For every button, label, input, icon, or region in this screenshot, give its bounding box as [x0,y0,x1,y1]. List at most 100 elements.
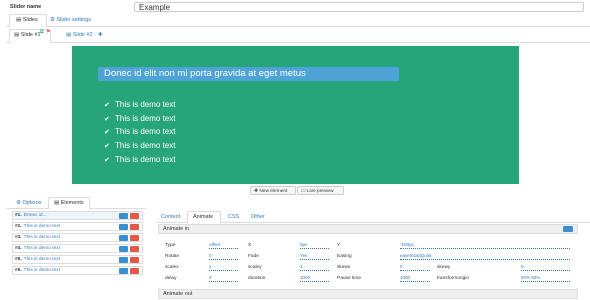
live-preview-label: Live preview [306,189,334,194]
element-number: #3. [15,235,22,240]
prop-value-delay[interactable]: 0 [209,274,238,282]
edit-icon[interactable] [119,235,128,241]
edit-icon[interactable] [119,224,128,230]
element-list-item[interactable]: #6. This is demo text [12,266,143,275]
tab-slider-settings-label: Slider settings [56,17,92,23]
delete-flag-icon[interactable]: ⚑ [46,29,50,35]
element-list-item[interactable]: #3. This is demo text [12,233,143,242]
element-number: #5. [15,257,22,262]
demo-line-text: This is demo text [115,100,176,109]
preview-demo-line[interactable]: ✔ This is demo text [104,155,175,165]
delete-icon[interactable] [130,213,139,219]
new-element-label: New element [259,189,288,194]
prop-value-rotate[interactable]: 0 [209,252,238,260]
prop-label-skewy: skewy [437,265,451,270]
preview-demo-line[interactable]: ✔ This is demo text [104,127,175,137]
new-element-button[interactable]: ✚ New element [250,186,296,195]
animate-out-header[interactable]: Animate out [158,289,578,299]
prop-value-scaley[interactable]: 1 [300,263,329,271]
animate-in-title: Animate in [163,226,189,232]
prop-label-transformorigin: transformorigin [437,276,469,281]
tab-animate[interactable]: Animate [193,214,213,220]
check-icon: ✔ [104,116,110,123]
prop-value-scalex[interactable]: 1 [209,263,238,271]
delete-icon[interactable] [130,235,139,241]
prop-value-easing[interactable]: easeInOutQuint [400,252,570,260]
edit-icon[interactable] [119,268,128,274]
demo-line-text: This is demo text [115,141,176,150]
prop-label-scaley: scaley [248,265,262,270]
check-icon: ✔ [104,157,110,164]
tab-slide-1-label: Slide #1 [20,32,41,38]
monitor-icon: ▭ [301,189,306,194]
prop-label-easing: Easing [337,254,352,259]
lower-tabs: ⚙ Options ▤ Elements [6,196,146,209]
prop-label-pause-time: Pause time [337,276,361,281]
prop-value-x[interactable]: 0px [300,241,329,249]
element-list-item[interactable]: #1. Donec id... [12,211,143,220]
prop-label-x: X [248,243,252,248]
plus-icon: ✚ [254,189,259,194]
preview-headline[interactable]: Donec id elit non mi porta gravida at eg… [98,67,399,81]
check-icon: ✔ [104,143,110,150]
prop-value-fade[interactable]: Yes [300,252,329,260]
element-number: #2. [15,224,22,229]
tab-elements-label: Elements [60,200,84,206]
animate-out-title: Animate out [163,291,193,297]
live-preview-button[interactable]: ▭ Live preview [297,186,344,195]
demo-line-text: This is demo text [115,114,176,123]
prop-label-skewx: skewx [337,265,351,270]
prop-value-y[interactable]: -100px [400,241,570,249]
prop-value-pause-time[interactable]: 1000 [400,274,430,282]
prop-label-duration: duration [248,276,266,281]
tab-slides-label: Slides [22,17,38,23]
slide-icon: ▤ [66,32,72,38]
prop-value-duration[interactable]: 1000 [300,274,329,282]
add-slide-button[interactable]: ✚ [98,32,103,38]
element-number: #1. [15,213,22,218]
demo-line-text: This is demo text [115,127,176,136]
element-list-item[interactable]: #4. This is demo text [12,244,143,253]
prop-value-skewy[interactable]: 0 [521,263,570,271]
tab-slides[interactable]: ▤ Slides [16,17,38,23]
preview-demo-line[interactable]: ✔ This is demo text [104,114,175,124]
tab-slider-settings[interactable]: ⚙ Slider settings [50,17,91,23]
delete-icon[interactable] [130,268,139,274]
tab-other[interactable]: Other [251,214,265,220]
prop-value-skewx[interactable]: 0 [400,263,430,271]
tab-elements[interactable]: ▤ Elements [54,200,84,206]
delete-icon[interactable] [130,246,139,252]
list-icon: ▤ [54,200,60,206]
tab-slide-2[interactable]: ▤ Slide #2 [66,32,93,38]
tab-slide-1[interactable]: ▤ Slide #1 [14,32,41,38]
element-label: This is demo text [23,257,60,262]
check-icon: ✔ [104,102,110,109]
prop-label-fade: Fade [248,254,259,259]
tab-options[interactable]: ⚙ Options [16,200,41,206]
tab-css[interactable]: CSS [228,214,239,220]
edit-icon[interactable] [119,213,128,219]
tab-content[interactable]: Content [161,214,180,220]
collapse-toggle-icon[interactable] [563,226,573,232]
prop-label-delay: delay [165,276,177,281]
slider-name-input[interactable]: Example [134,2,584,12]
prop-label-y: Y [337,243,341,248]
delete-icon[interactable] [130,224,139,230]
preview-demo-line[interactable]: ✔ This is demo text [104,141,175,151]
edit-icon[interactable] [119,246,128,252]
element-list-item[interactable]: #5. This is demo text [12,255,143,264]
element-label: This is demo text [23,224,60,229]
prop-label-type: Type [165,243,176,248]
duplicate-icon[interactable]: ⧉ [40,29,44,35]
element-label: This is demo text [23,235,60,240]
gear-icon: ⚙ [50,17,55,23]
preview-demo-line[interactable]: ✔ This is demo text [104,100,175,110]
prop-value-type[interactable]: offset [209,241,238,249]
edit-icon[interactable] [119,257,128,263]
element-list-item[interactable]: #2. This is demo text [12,222,143,231]
element-label: This is demo text [23,246,60,251]
animate-in-header[interactable]: Animate in [158,224,578,234]
prop-value-transformorigin[interactable]: 50% 50% [521,274,570,282]
delete-icon[interactable] [130,257,139,263]
prop-label-rotate: Rotate [165,254,180,259]
